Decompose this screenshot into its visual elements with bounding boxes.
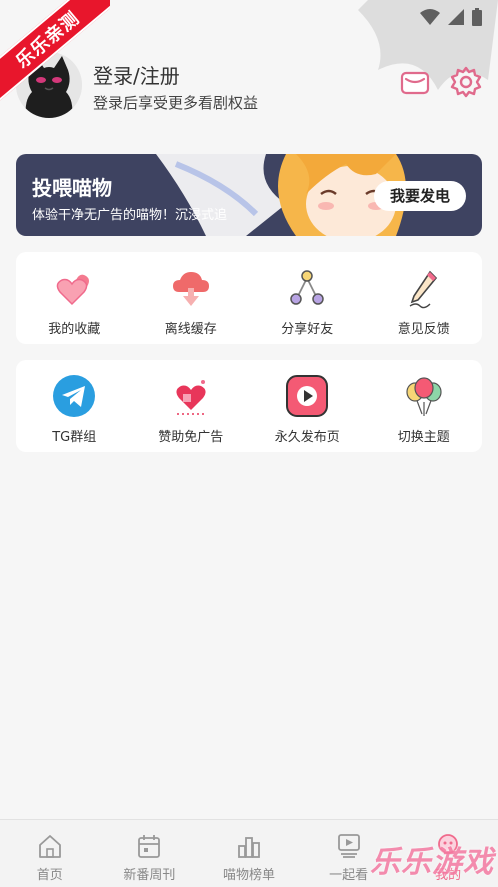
grid-item-sponsor[interactable]: 赞助免广告 bbox=[133, 360, 250, 452]
video-icon bbox=[337, 834, 360, 858]
nav-label: 首页 bbox=[36, 868, 63, 883]
grid-item-offline-cache[interactable]: 离线缓存 bbox=[133, 252, 250, 344]
play-icon bbox=[286, 375, 329, 417]
home-icon bbox=[38, 835, 61, 858]
grid-label: 切换主题 bbox=[397, 430, 450, 445]
ribbon-wrapper: 乐乐亲测 bbox=[0, 0, 110, 110]
calendar-icon bbox=[138, 835, 161, 858]
banner-subtitle: 体验干净无广告的喵物！沉浸式追 bbox=[32, 208, 228, 223]
share-icon bbox=[290, 270, 324, 305]
grid-label: 我的收藏 bbox=[48, 322, 101, 337]
nav-label: 喵物榜单 bbox=[222, 868, 275, 883]
grid-label: 分享好友 bbox=[281, 322, 334, 337]
banner-title: 投喂喵物 bbox=[32, 176, 112, 200]
telegram-icon bbox=[53, 375, 96, 417]
gear-icon[interactable] bbox=[450, 66, 482, 98]
grid-label: 赞助免广告 bbox=[158, 430, 224, 445]
charge-button[interactable]: 我要发电 bbox=[373, 181, 466, 211]
grid-label: 意见反馈 bbox=[397, 322, 450, 337]
login-subtitle: 登录后享受更多看剧权益 bbox=[93, 94, 259, 112]
grid-label: 离线缓存 bbox=[164, 322, 217, 337]
feature-card-primary: 我的收藏 离线缓存 分享好友 意见反馈 bbox=[16, 252, 482, 344]
donate-banner[interactable]: 投喂喵物 体验干净无广告的喵物！沉浸式追 我要发电 bbox=[16, 154, 482, 236]
grid-item-theme[interactable]: 切换主题 bbox=[366, 360, 483, 452]
feature-card-secondary: TG群组 赞助免广告 永久发布页 切换主题 bbox=[16, 360, 482, 452]
watermark: 乐乐游戏 bbox=[370, 845, 494, 880]
grid-item-telegram[interactable]: TG群组 bbox=[16, 360, 133, 452]
grid-item-share[interactable]: 分享好友 bbox=[249, 252, 366, 344]
hearts-icon bbox=[56, 274, 90, 306]
ranking-icon bbox=[238, 837, 260, 858]
nav-item-home[interactable]: 首页 bbox=[0, 820, 100, 887]
grid-item-feedback[interactable]: 意见反馈 bbox=[366, 252, 483, 344]
corner-ribbon: 乐乐亲测 bbox=[0, 0, 110, 107]
nav-label: 一起看 bbox=[329, 868, 369, 883]
heart-gift-icon bbox=[176, 380, 206, 415]
pencil-icon bbox=[409, 270, 437, 309]
nav-item-weekly[interactable]: 新番周刊 bbox=[100, 820, 200, 887]
mail-icon[interactable] bbox=[400, 68, 430, 98]
nav-item-ranking[interactable]: 喵物榜单 bbox=[199, 820, 299, 887]
grid-item-publish-page[interactable]: 永久发布页 bbox=[249, 360, 366, 452]
cloud-download-icon bbox=[172, 272, 209, 306]
grid-item-favorites[interactable]: 我的收藏 bbox=[16, 252, 133, 344]
grid-label: TG群组 bbox=[52, 430, 97, 445]
grid-label: 永久发布页 bbox=[274, 430, 340, 445]
nav-label: 新番周刊 bbox=[123, 868, 176, 883]
balloons-icon bbox=[406, 377, 442, 416]
